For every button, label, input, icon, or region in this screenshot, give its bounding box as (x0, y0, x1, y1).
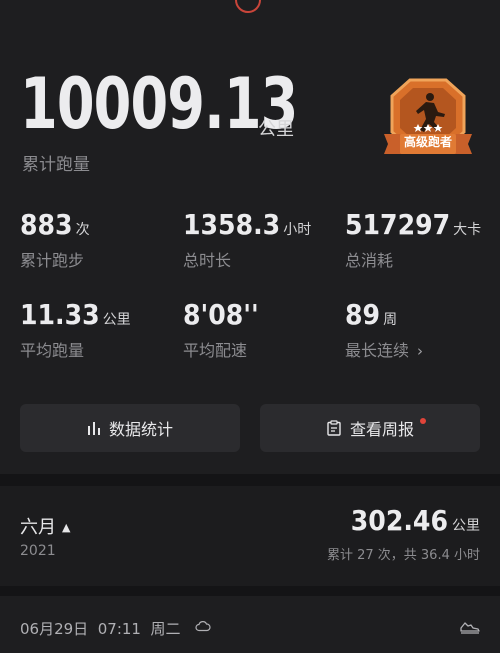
stat-total-calories: 517297 大卡 总消耗 (345, 208, 481, 271)
month-year: 2021 (20, 543, 56, 559)
weekly-report-button[interactable]: 查看周报 (260, 404, 480, 452)
data-stats-button[interactable]: 数据统计 (20, 404, 240, 452)
total-distance-label: 累计跑量 (22, 155, 90, 175)
total-distance-value: 10009.13 (20, 63, 298, 145)
run-weekday: 周二 (150, 620, 181, 638)
stat-value: 11.33 (20, 298, 100, 331)
top-ring-fragment (235, 0, 261, 13)
run-date: 06月29日 (20, 620, 89, 638)
stat-avg-distance: 11.33 公里 平均跑量 (20, 298, 131, 361)
month-selector[interactable]: 六月 ▲ (20, 513, 70, 539)
stat-label: 总消耗 (345, 251, 394, 270)
stat-label: 累计跑步 (20, 251, 85, 270)
month-name: 六月 (20, 517, 56, 538)
stat-label: 最长连续 (345, 341, 410, 360)
caret-up-icon: ▲ (62, 521, 71, 534)
stat-avg-pace: 8'08'' 平均配速 (183, 298, 259, 361)
stat-label: 总时长 (183, 251, 232, 270)
stat-unit: 大卡 (453, 222, 482, 238)
shoe-icon (460, 622, 480, 634)
notification-dot (420, 418, 426, 424)
stat-value: 517297 (345, 208, 451, 241)
report-icon (327, 420, 341, 436)
total-distance-unit: 公里 (258, 119, 294, 140)
stat-unit: 周 (383, 312, 398, 328)
stat-unit: 小时 (283, 222, 312, 238)
stat-value: 883 (20, 208, 73, 241)
stat-unit: 公里 (102, 312, 131, 328)
stat-value: 8'08'' (183, 298, 259, 331)
bar-chart-icon (87, 422, 100, 435)
stat-run-count: 883 次 累计跑步 (20, 208, 90, 271)
month-distance-value: 302.46 (350, 504, 448, 537)
month-distance: 302.46 公里 (351, 504, 480, 537)
badge-label: 高级跑者 (403, 135, 452, 149)
month-summary-text: 累计 27 次，共 36.4 小时 (326, 548, 480, 563)
run-time: 07:11 (97, 620, 141, 638)
stat-unit: 次 (75, 222, 90, 238)
data-stats-label: 数据统计 (108, 420, 173, 439)
weekly-report-label: 查看周报 (349, 420, 414, 439)
stat-label: 平均跑量 (20, 341, 85, 360)
stat-value: 89 (345, 298, 381, 331)
badge-icon[interactable] (380, 74, 476, 164)
stat-value: 1358.3 (183, 208, 281, 241)
chevron-right-icon: › (417, 342, 424, 360)
cloud-icon (195, 621, 211, 632)
stat-longest-streak[interactable]: 89 周 最长连续 › (345, 298, 423, 361)
stat-total-time: 1358.3 小时 总时长 (183, 208, 311, 271)
month-distance-unit: 公里 (452, 518, 480, 534)
stat-label: 平均配速 (183, 341, 248, 360)
run-datetime: 06月29日 07:11 周二 (20, 618, 181, 639)
